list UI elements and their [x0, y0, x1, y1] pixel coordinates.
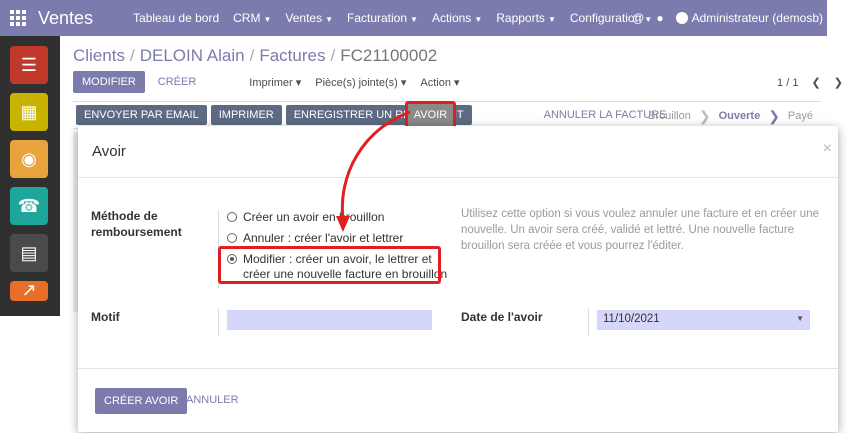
stage-paid[interactable]: Payé — [788, 110, 813, 122]
create-credit-note-button[interactable]: CRÉER AVOIR — [95, 388, 188, 414]
caret-down-icon: ▾ — [454, 76, 460, 89]
stage-draft[interactable]: Brouillon — [648, 110, 691, 122]
credit-date-value: 11/10/2021 — [603, 313, 660, 325]
radio-icon[interactable] — [227, 233, 237, 243]
breadcrumb-separator: / — [129, 46, 135, 65]
chevron-left-icon[interactable]: ❮ — [812, 77, 821, 89]
print-dropdown[interactable]: Imprimer ▾ — [249, 76, 301, 89]
menu-item[interactable]: Tableau de bord — [133, 11, 219, 25]
menu-item[interactable]: CRM ▼ — [233, 11, 271, 25]
print-button[interactable]: IMPRIMER — [210, 105, 282, 125]
credit-date-input[interactable]: 11/10/2021 ▼ — [597, 310, 810, 330]
dialog-header: Avoir × — [78, 126, 838, 178]
breadcrumb-separator: / — [249, 46, 255, 65]
credit-note-highlight — [405, 101, 456, 129]
reason-field — [218, 308, 432, 336]
stage-open[interactable]: Ouverte — [719, 110, 761, 122]
app-name: Ventes — [38, 7, 94, 28]
menu-item-label: Ventes — [285, 11, 323, 25]
menu-item-label: Facturation — [347, 11, 408, 25]
dialog-footer: CRÉER AVOIR ANNULER — [78, 368, 838, 432]
menu-item-label: Actions — [431, 11, 472, 25]
menu-item[interactable]: Rapports ▼ — [496, 11, 556, 25]
radio-icon[interactable] — [227, 212, 237, 222]
chevron-right-icon: ❯ — [768, 107, 780, 124]
menu-item-label: CRM — [233, 11, 261, 25]
breadcrumb-item[interactable]: DELOIN Alain — [140, 46, 245, 65]
caret-down-icon: ▾ — [295, 76, 302, 89]
send-email-button[interactable]: ENVOYER PAR EMAIL — [76, 105, 207, 125]
chat-icon[interactable]: ● — [656, 11, 663, 25]
menu-item-label: Configuration — [569, 11, 642, 25]
close-icon[interactable]: × — [823, 140, 832, 158]
breadcrumb-item[interactable]: Factures — [259, 46, 325, 65]
chevron-right-icon: ❯ — [698, 107, 711, 124]
cancel-button[interactable]: ANNULER — [186, 394, 239, 406]
breadcrumb-current: FC21100002 — [340, 46, 438, 65]
dialog-title: Avoir — [92, 143, 126, 160]
caret-down-icon[interactable]: ▼ — [796, 314, 804, 323]
refund-method-help: Utilisez cette option si vous voulez ann… — [461, 208, 819, 252]
avatar[interactable] — [675, 12, 688, 24]
sales-icon[interactable]: ↗ — [10, 280, 48, 301]
create-button[interactable]: CRÉER — [149, 71, 206, 93]
attachments-dropdown[interactable]: Pièce(s) jointe(s) ▾ — [315, 76, 406, 89]
control-panel: MODIFIER CRÉER Imprimer ▾ Pièce(s) joint… — [73, 71, 821, 93]
caret-down-icon: ▼ — [547, 15, 556, 24]
navbar-right: @ ● Administrateur (demosb) — [632, 0, 823, 36]
edit-button[interactable]: MODIFIER — [73, 71, 145, 93]
main-menu: Tableau de bord CRM ▼ Ventes ▼ Facturation ▼ Ac… — [133, 11, 666, 25]
user-menu[interactable]: Administrateur (demosb) — [692, 11, 823, 25]
action-dropdown-label: Action — [420, 76, 451, 89]
refund-option-label: Annuler : créer l'avoir et lettrer — [243, 231, 404, 245]
at-icon[interactable]: @ — [632, 11, 644, 25]
menu-item[interactable]: Actions ▼ — [432, 11, 482, 25]
credit-date-label: Date de l'avoir — [461, 310, 543, 324]
caret-down-icon: ▾ — [400, 76, 407, 89]
top-navbar: Ventes Tableau de bord CRM ▼ Ventes ▼ Factura… — [0, 0, 827, 36]
contacts-icon[interactable]: ☎ — [10, 187, 48, 225]
caret-down-icon: ▼ — [474, 15, 483, 24]
inventory-icon[interactable]: ▤ — [10, 234, 48, 272]
refund-method-label: Méthode de remboursement — [91, 209, 182, 239]
menu-item[interactable]: Ventes ▼ — [285, 11, 333, 25]
breadcrumb-item[interactable]: Clients — [73, 46, 125, 65]
print-dropdown-label: Imprimer — [249, 76, 293, 89]
menu-item[interactable]: Facturation ▼ — [347, 11, 418, 25]
refund-option[interactable]: Annuler : créer l'avoir et lettrer — [227, 231, 454, 246]
pager: 1 / 1 ❮ ❯ — [777, 76, 843, 89]
reason-label: Motif — [91, 310, 120, 324]
option-highlight — [218, 246, 441, 284]
attachments-dropdown-label: Pièce(s) jointe(s) — [315, 76, 398, 89]
caret-down-icon: ▼ — [410, 15, 418, 24]
breadcrumb-separator: / — [330, 46, 336, 65]
calendar-icon[interactable]: ▦ — [10, 93, 48, 131]
screen: Ventes Tableau de bord CRM ▼ Ventes ▼ Factura… — [0, 0, 851, 433]
caret-down-icon: ▼ — [325, 15, 333, 24]
credit-date-field: 11/10/2021 ▼ — [588, 308, 823, 336]
chevron-right-icon[interactable]: ❯ — [834, 77, 843, 89]
breadcrumb: Clients / DELOIN Alain / Factures / FC21100002 — [73, 46, 437, 66]
menu-item-label: Rapports — [496, 11, 545, 25]
action-dropdown[interactable]: Action ▾ — [420, 76, 459, 89]
menu-item-label: Tableau de bord — [133, 11, 220, 25]
refund-option[interactable]: Créer un avoir en brouillon — [227, 210, 454, 225]
location-icon[interactable]: ◉ — [10, 140, 48, 178]
discuss-icon[interactable]: ☰ — [10, 46, 48, 84]
reason-input[interactable] — [227, 310, 432, 330]
apps-grid-icon[interactable] — [0, 0, 36, 36]
caret-down-icon: ▼ — [263, 15, 272, 24]
refund-option-label: Créer un avoir en brouillon — [243, 210, 385, 224]
credit-note-dialog: Avoir × Méthode de remboursement Créer u… — [78, 126, 838, 432]
pager-value: 1 / 1 — [777, 77, 799, 89]
app-dock: ☰ ▦ ◉ ☎ ▤ ↗ — [0, 36, 60, 316]
